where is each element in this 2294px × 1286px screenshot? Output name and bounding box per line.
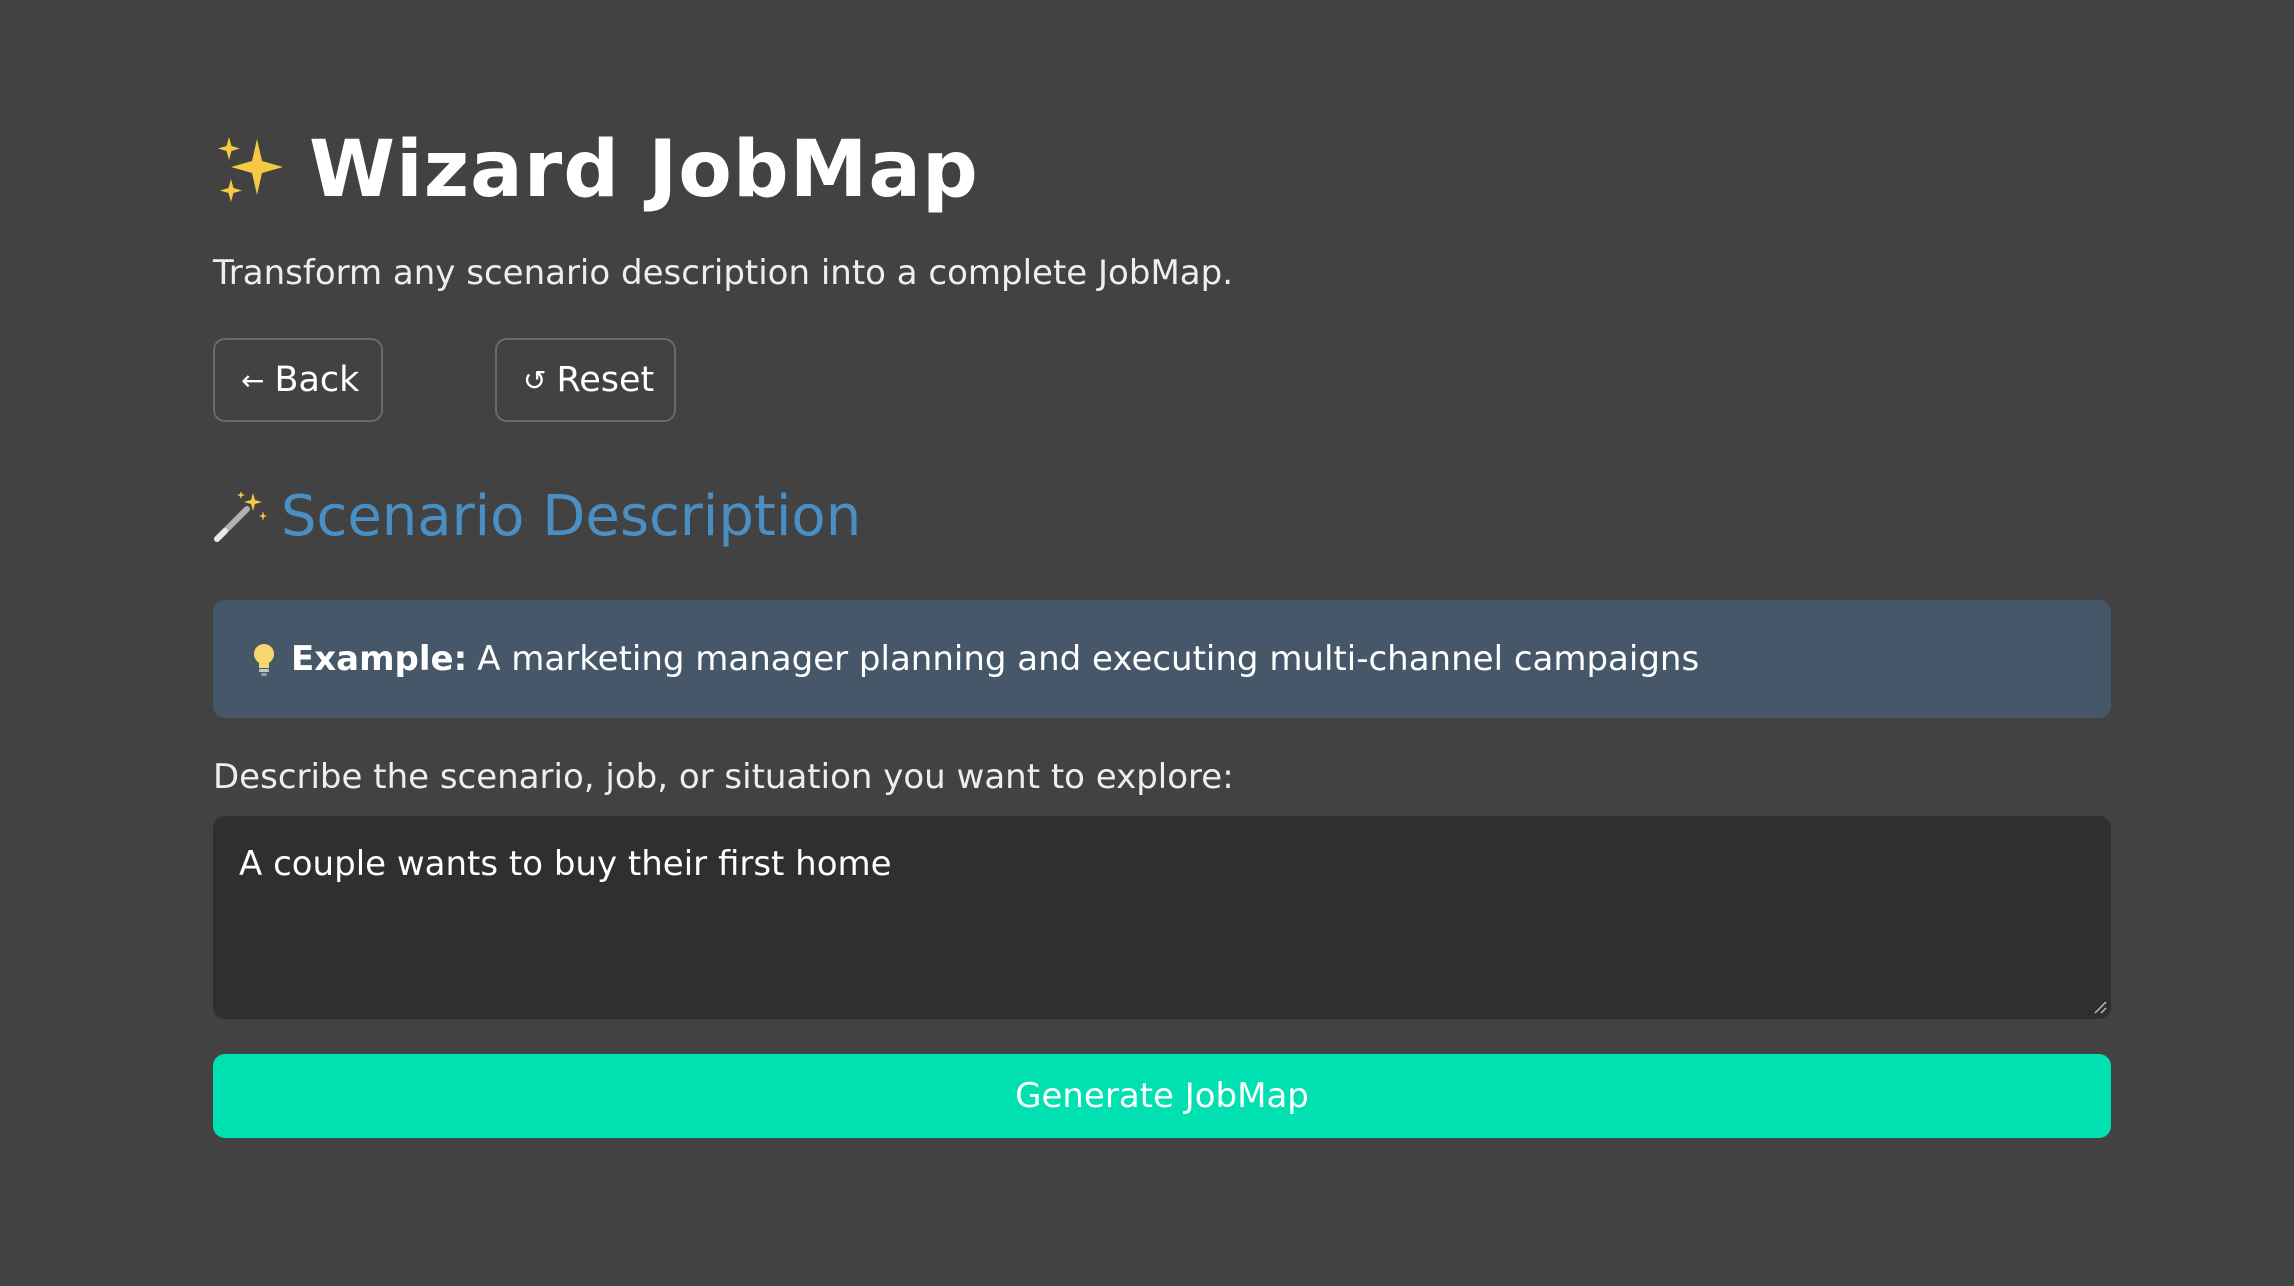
- page-subtitle: Transform any scenario description into …: [213, 253, 1233, 293]
- example-text: A marketing manager planning and executi…: [477, 639, 1700, 679]
- scenario-input[interactable]: [213, 816, 2111, 1019]
- page: Wizard JobMap Transform any scenario des…: [0, 0, 2294, 1286]
- section-header: Scenario Description: [213, 478, 861, 554]
- page-title: Wizard JobMap: [309, 125, 979, 215]
- reset-button-label: Reset: [556, 360, 655, 400]
- generate-jobmap-button[interactable]: Generate JobMap: [213, 1054, 2111, 1138]
- reset-icon: ↺: [523, 363, 547, 397]
- lightbulb-icon: [254, 644, 274, 676]
- reset-button[interactable]: ↺ Reset: [495, 338, 676, 422]
- example-label: Example:: [291, 639, 468, 679]
- sparkles-icon: [218, 137, 283, 202]
- resize-handle-icon[interactable]: [2093, 1000, 2107, 1014]
- scenario-field-label: Describe the scenario, job, or situation…: [213, 757, 1234, 797]
- arrow-left-icon: ←: [241, 363, 265, 397]
- back-button[interactable]: ← Back: [213, 338, 383, 422]
- back-button-label: Back: [274, 360, 360, 400]
- header: Wizard JobMap: [213, 120, 979, 220]
- magic-wand-icon: [214, 491, 267, 542]
- example-callout: Example: A marketing manager planning an…: [213, 600, 2111, 718]
- section-title: Scenario Description: [281, 483, 862, 549]
